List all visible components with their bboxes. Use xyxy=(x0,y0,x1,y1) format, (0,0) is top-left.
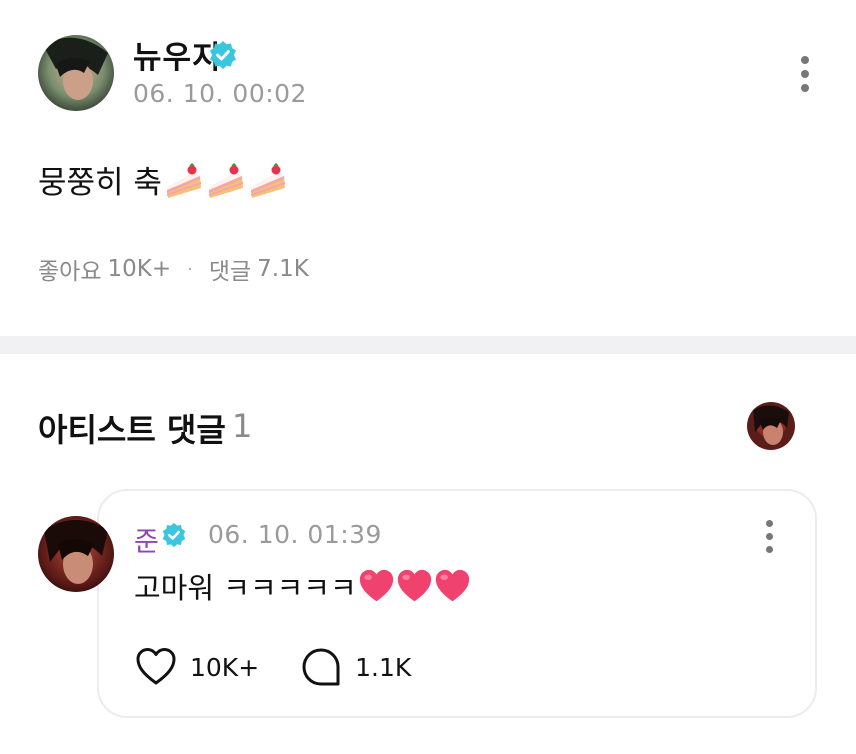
cake-emoji-icon xyxy=(208,162,243,198)
verified-badge-icon xyxy=(210,41,236,69)
artist-comments-title: 아티스트 댓글 xyxy=(38,411,226,449)
heart-emoji-icon xyxy=(397,569,431,601)
more-options-icon[interactable] xyxy=(798,56,812,92)
heart-emoji-icon xyxy=(359,569,393,601)
comment-text: 고마워 ㅋㅋㅋㅋㅋ xyxy=(134,571,357,605)
likes-label[interactable]: 좋아요 xyxy=(38,252,101,286)
comment-body: 고마워 ㅋㅋㅋㅋㅋ xyxy=(134,565,471,607)
verified-badge-icon xyxy=(162,522,186,548)
speech-bubble-icon xyxy=(302,648,340,686)
post-stats: 좋아요 10K+ · 댓글 7.1K xyxy=(38,252,309,286)
cake-emoji-icon xyxy=(166,162,201,198)
comment-actions: 10K+ 1.1K xyxy=(134,645,411,689)
section-divider xyxy=(0,336,856,354)
heart-outline-icon xyxy=(136,648,176,685)
comments-count[interactable]: 7.1K xyxy=(257,256,309,282)
post-body: 뭉쭝히 축 xyxy=(38,157,288,202)
author-avatar[interactable] xyxy=(38,35,114,111)
commenter-name[interactable]: 준 xyxy=(134,520,159,559)
artist-comments-count: 1 xyxy=(232,407,253,445)
comment-like-count: 10K+ xyxy=(190,652,260,682)
post-card: 뉴우지 06. 10. 00:02 뭉쭝히 축 좋아요 10K+ · 댓글 7.… xyxy=(0,0,856,336)
commenter-avatar[interactable] xyxy=(38,516,114,592)
reply-button[interactable]: 1.1K xyxy=(299,645,411,689)
comment-timestamp: 06. 10. 01:39 xyxy=(208,520,382,549)
artist-avatar-small[interactable] xyxy=(747,402,795,450)
comments-label[interactable]: 댓글 xyxy=(209,252,251,286)
post-text: 뭉쭝히 축 xyxy=(38,165,162,201)
more-options-icon[interactable] xyxy=(762,520,776,553)
heart-emoji-icon xyxy=(435,569,469,601)
post-timestamp: 06. 10. 00:02 xyxy=(133,79,307,108)
like-button[interactable]: 10K+ xyxy=(134,645,259,689)
likes-count[interactable]: 10K+ xyxy=(107,256,171,282)
stats-separator: · xyxy=(187,258,193,280)
comment-reply-count: 1.1K xyxy=(355,652,412,682)
cake-emoji-icon xyxy=(250,162,285,198)
